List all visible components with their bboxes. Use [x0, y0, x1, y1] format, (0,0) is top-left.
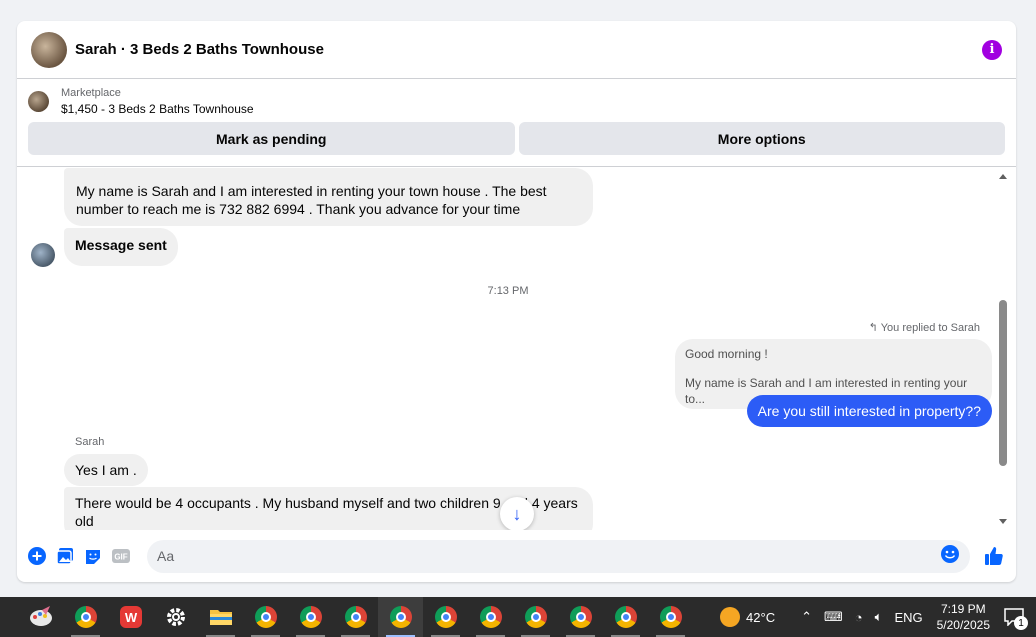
message-bubble-reply1[interactable]: Yes I am . [64, 454, 148, 486]
message-bubble-intro[interactable]: My name is Sarah and I am interested in … [64, 168, 593, 226]
clock[interactable]: 7:19 PM 5/20/2025 [929, 601, 998, 633]
gif-icon[interactable]: GIF [112, 547, 130, 565]
chat-window: Sarah · 3 Beds 2 Baths Townhouse i Marke… [17, 21, 1016, 582]
message-list[interactable]: My name is Sarah and I am interested in … [17, 168, 1016, 530]
quoted-line-1: Good morning ! [685, 347, 768, 361]
taskbar-file-explorer-icon[interactable] [198, 597, 243, 637]
more-options-button[interactable]: More options [518, 122, 1005, 155]
message-input[interactable] [157, 548, 940, 564]
scroll-down-arrow[interactable] [999, 519, 1007, 524]
sticker-icon[interactable] [84, 547, 102, 565]
taskbar-chrome-profile-10-icon[interactable] [648, 597, 693, 637]
scrollbar[interactable] [998, 168, 1010, 530]
taskbar-chrome-profile-5-icon[interactable] [423, 597, 468, 637]
volume-icon[interactable]: 🔈︎ [869, 609, 889, 625]
info-icon[interactable]: i [982, 39, 1002, 60]
chat-title[interactable]: Sarah · 3 Beds 2 Baths Townhouse [75, 41, 982, 58]
listing-actions: Mark as pending More options [28, 122, 1005, 155]
sender-name: Sarah [75, 436, 105, 448]
taskbar-chrome-profile-7-icon[interactable] [513, 597, 558, 637]
system-tray: 42°C ⌃ ⌨ ◔ 🔈︎ ENG 7:19 PM 5/20/2025 1 [714, 597, 1036, 637]
taskbar-chrome-profile-3-icon[interactable] [333, 597, 378, 637]
wifi-icon[interactable]: ◔ [849, 610, 869, 625]
clock-time: 7:19 PM [940, 602, 986, 616]
replied-label: ↰ You replied to Sarah [869, 321, 980, 334]
contact-avatar[interactable] [31, 31, 67, 68]
input-method-icon[interactable]: ⌨ [818, 609, 849, 625]
taskbar-chrome-icon[interactable] [63, 597, 108, 637]
listing-thumbnail [28, 91, 49, 112]
scroll-to-bottom-button[interactable]: ↓ [500, 497, 534, 530]
taskbar: W 42°C ⌃ ⌨ ◔ 🔈︎ ENG 7:19 PM 5/20/2025 1 [0, 597, 1036, 637]
notifications-icon[interactable]: 1 [998, 608, 1030, 630]
message-timestamp: 7:13 PM [487, 285, 529, 297]
sender-avatar[interactable] [31, 243, 55, 267]
scroll-thumb[interactable] [999, 300, 1007, 466]
scroll-up-arrow[interactable] [999, 174, 1007, 179]
taskbar-chrome-profile-8-icon[interactable] [558, 597, 603, 637]
taskbar-chrome-profile-6-icon[interactable] [468, 597, 513, 637]
mark-as-pending-button[interactable]: Mark as pending [28, 122, 515, 155]
emoji-icon[interactable] [940, 544, 960, 569]
message-input-box[interactable] [147, 539, 970, 573]
my-message-bubble[interactable]: Are you still interested in property?? [746, 395, 992, 427]
photo-icon[interactable] [56, 547, 74, 565]
listing-name: $1,450 - 3 Beds 2 Baths Townhouse [61, 102, 254, 116]
taskbar-chrome-profile-1-icon[interactable] [243, 597, 288, 637]
sun-icon [720, 607, 741, 627]
chat-header: Sarah · 3 Beds 2 Baths Townhouse i [17, 21, 1016, 79]
taskbar-chrome-profile-2-icon[interactable] [288, 597, 333, 637]
taskbar-chrome-profile-9-icon[interactable] [603, 597, 648, 637]
weather-temperature: 42°C [746, 609, 776, 625]
chevron-up-icon[interactable]: ⌃ [795, 609, 818, 625]
clock-date: 5/20/2025 [936, 618, 990, 632]
plus-icon[interactable] [28, 547, 46, 565]
thumbs-up-icon[interactable] [983, 545, 1005, 567]
weather-widget[interactable]: 42°C [714, 607, 781, 627]
reply-icon: ↰ [868, 322, 881, 334]
message-bubble-sent[interactable]: Message sent [64, 228, 178, 266]
taskbar-chrome-profile-4-icon[interactable] [378, 597, 423, 637]
taskbar-settings-icon[interactable] [153, 597, 198, 637]
listing-summary[interactable]: Marketplace $1,450 - 3 Beds 2 Baths Town… [28, 87, 1005, 116]
composer: GIF [17, 536, 1016, 576]
notification-count: 1 [1014, 616, 1028, 630]
replied-label-text: You replied to Sarah [880, 322, 980, 334]
marketplace-listing: Marketplace $1,450 - 3 Beds 2 Baths Town… [17, 79, 1016, 167]
listing-text: Marketplace $1,450 - 3 Beds 2 Baths Town… [61, 87, 254, 116]
taskbar-app-paint-icon[interactable] [18, 597, 63, 637]
svg-text:GIF: GIF [114, 553, 127, 562]
svg-text:W: W [124, 610, 137, 625]
language-indicator[interactable]: ENG [888, 610, 928, 625]
listing-source: Marketplace [61, 87, 121, 99]
taskbar-wps-icon[interactable]: W [108, 597, 153, 637]
